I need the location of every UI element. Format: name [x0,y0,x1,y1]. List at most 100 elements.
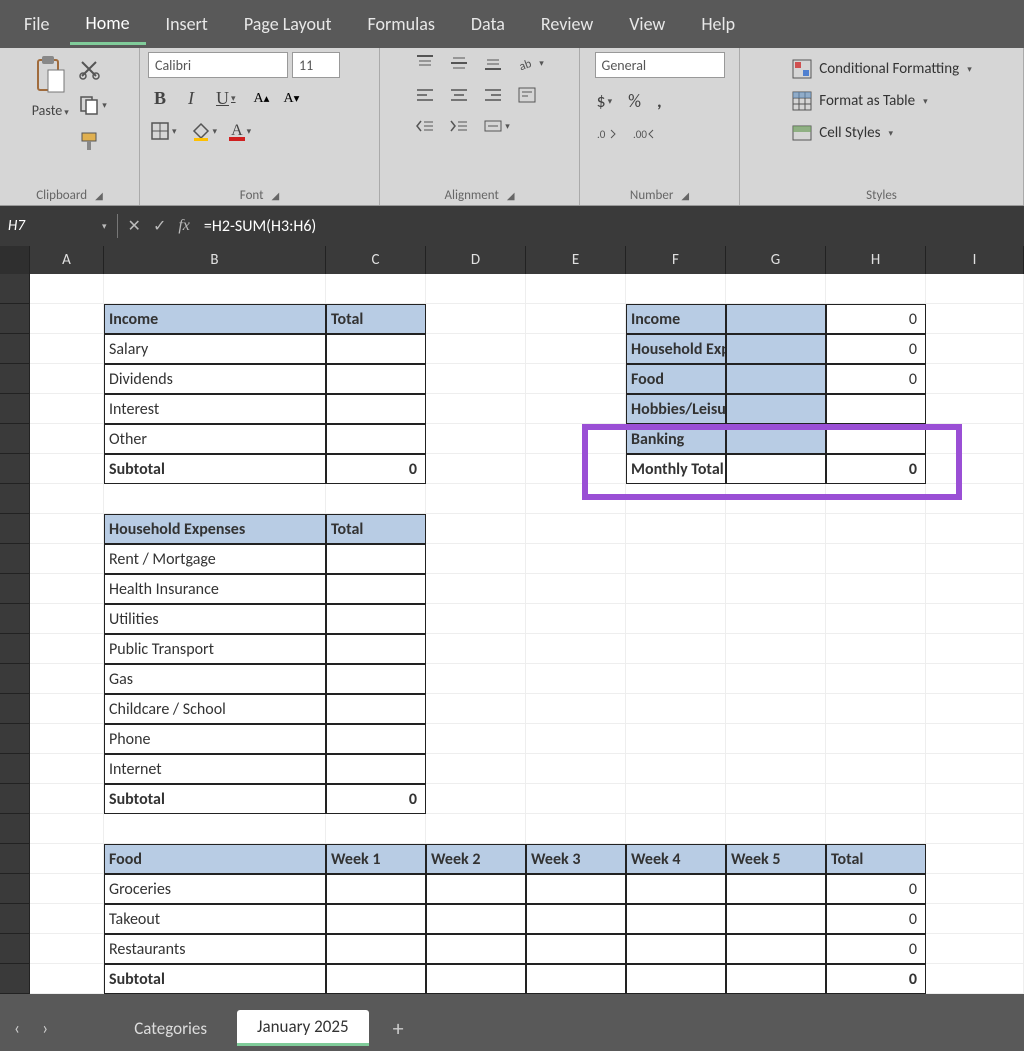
fill-color-icon[interactable]: ▾ [189,119,220,143]
cell[interactable] [526,634,626,664]
cell[interactable] [30,454,104,484]
cell[interactable] [30,364,104,394]
cell[interactable]: Dividends [104,364,326,394]
align-center-icon[interactable] [447,85,471,105]
cell[interactable]: 0 [326,784,426,814]
cell[interactable] [926,904,1024,934]
cell[interactable]: Interest [104,394,326,424]
row-header[interactable] [0,844,30,874]
cell[interactable] [926,604,1024,634]
cell[interactable] [726,334,826,364]
col-header-C[interactable]: C [326,246,426,274]
cell[interactable] [526,754,626,784]
cell[interactable] [426,274,526,304]
cell[interactable] [526,724,626,754]
cell[interactable] [30,274,104,304]
bold-button[interactable]: B [148,86,172,111]
cell[interactable] [30,604,104,634]
cell[interactable]: Gas [104,664,326,694]
cell[interactable] [926,274,1024,304]
cell[interactable] [826,784,926,814]
cell[interactable] [926,304,1024,334]
paste-label[interactable]: Paste▾ [32,102,69,119]
col-header-D[interactable]: D [426,246,526,274]
cell[interactable] [926,484,1024,514]
cell[interactable] [526,574,626,604]
format-as-table-button[interactable]: Format as Table▾ [791,88,927,114]
cell[interactable] [626,874,726,904]
row-header[interactable] [0,394,30,424]
decrease-decimal-icon[interactable]: .00 [631,124,657,144]
cell[interactable] [104,814,326,844]
copy-icon[interactable]: ▾ [76,92,109,118]
cell[interactable]: Public Transport [104,634,326,664]
cell[interactable]: Week 4 [626,844,726,874]
cell[interactable] [30,754,104,784]
menu-page-layout[interactable]: Page Layout [228,5,348,43]
sheet-tab-categories[interactable]: Categories [114,1012,227,1045]
font-size-select[interactable] [292,52,340,78]
row-header[interactable] [0,304,30,334]
cell[interactable] [726,274,826,304]
cell[interactable] [926,814,1024,844]
cell[interactable] [526,364,626,394]
row-header[interactable] [0,514,30,544]
cell[interactable] [626,934,726,964]
col-header-H[interactable]: H [826,246,926,274]
row-header[interactable] [0,814,30,844]
cell[interactable] [30,634,104,664]
cell[interactable] [426,424,526,454]
cell[interactable] [926,784,1024,814]
cell[interactable]: Subtotal [104,454,326,484]
row-header[interactable] [0,964,30,994]
cell[interactable] [826,394,926,424]
cell[interactable] [30,514,104,544]
cell[interactable] [626,694,726,724]
cell[interactable] [826,424,926,454]
cell[interactable] [526,334,626,364]
cell[interactable]: Subtotal [104,964,326,994]
cell[interactable] [926,514,1024,544]
borders-icon[interactable]: ▾ [148,119,179,143]
format-painter-icon[interactable] [76,128,102,154]
select-all-corner[interactable] [0,246,30,274]
row-header[interactable] [0,544,30,574]
cell[interactable] [926,424,1024,454]
cell[interactable]: Banking [626,424,726,454]
cell[interactable] [526,664,626,694]
cell[interactable] [626,814,726,844]
cell[interactable]: Household Expenses [626,334,726,364]
cell[interactable] [30,904,104,934]
align-left-icon[interactable] [413,85,437,105]
align-top-icon[interactable] [413,52,437,74]
cell[interactable] [326,874,426,904]
col-header-B[interactable]: B [104,246,326,274]
row-header[interactable] [0,604,30,634]
row-header[interactable] [0,364,30,394]
cell[interactable] [426,964,526,994]
cell[interactable] [726,394,826,424]
cell[interactable]: Other [104,424,326,454]
cell[interactable]: Subtotal [104,784,326,814]
cell[interactable] [30,394,104,424]
cell[interactable] [526,694,626,724]
cell[interactable] [426,664,526,694]
cell[interactable] [30,694,104,724]
row-header[interactable] [0,664,30,694]
cell[interactable] [426,784,526,814]
formula-input[interactable] [196,206,1024,246]
cell[interactable]: Total [826,844,926,874]
cell[interactable] [726,574,826,604]
cell[interactable] [526,814,626,844]
cell[interactable] [526,964,626,994]
sheet-tab-january[interactable]: January 2025 [237,1010,369,1046]
menu-review[interactable]: Review [525,5,609,43]
cell[interactable] [30,724,104,754]
cell[interactable]: Total [326,304,426,334]
cell[interactable] [30,424,104,454]
col-header-E[interactable]: E [526,246,626,274]
row-header[interactable] [0,694,30,724]
cell[interactable] [30,784,104,814]
cell[interactable] [526,274,626,304]
cell[interactable] [426,484,526,514]
